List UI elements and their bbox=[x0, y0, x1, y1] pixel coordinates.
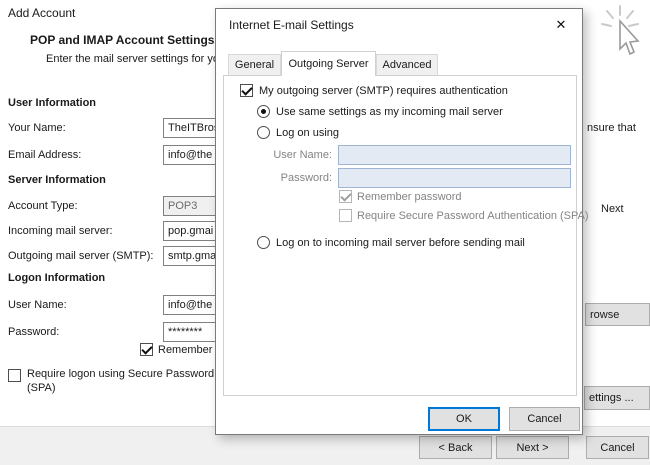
dialog-user-name-label: User Name: bbox=[273, 149, 332, 161]
radio-icon bbox=[257, 236, 270, 249]
window-title: Add Account bbox=[8, 6, 76, 20]
account-type-label: Account Type: bbox=[8, 200, 78, 212]
cancel-button-wizard[interactable]: Cancel bbox=[586, 436, 649, 459]
outgoing-mail-server-label: Outgoing mail server (SMTP): bbox=[8, 250, 154, 262]
internet-email-settings-dialog: Internet E-mail Settings ✕ General Outgo… bbox=[215, 8, 589, 435]
your-name-label: Your Name: bbox=[8, 122, 66, 134]
ensure-text-fragment: nsure that bbox=[587, 122, 636, 134]
page-heading: POP and IMAP Account Settings bbox=[30, 33, 215, 47]
browse-button[interactable]: rowse bbox=[585, 303, 650, 326]
radio-log-on-incoming-label: Log on to incoming mail server before se… bbox=[276, 237, 525, 249]
dialog-password-label: Password: bbox=[280, 172, 332, 184]
smtp-auth-label: My outgoing server (SMTP) requires authe… bbox=[259, 85, 508, 97]
next-button[interactable]: Next > bbox=[496, 436, 569, 459]
radio-icon bbox=[257, 126, 270, 139]
back-button[interactable]: < Back bbox=[419, 436, 492, 459]
tab-advanced[interactable]: Advanced bbox=[376, 54, 438, 75]
ok-button[interactable]: OK bbox=[428, 407, 500, 431]
remember-password-label: Remember password bbox=[357, 191, 462, 203]
radio-selected-icon bbox=[257, 105, 270, 118]
logon-user-name-label: User Name: bbox=[8, 299, 67, 311]
spa-label-line1: Require logon using Secure Password bbox=[27, 368, 215, 380]
logon-password-label: Password: bbox=[8, 326, 60, 338]
dialog-password-input bbox=[338, 168, 571, 188]
checkbox-icon bbox=[339, 209, 352, 222]
spa-label: Require Secure Password Authentication (… bbox=[357, 210, 589, 222]
checkbox-icon bbox=[8, 369, 21, 382]
section-logon-information: Logon Information bbox=[8, 272, 106, 284]
page-subheading: Enter the mail server settings for your bbox=[46, 53, 229, 65]
tab-general[interactable]: General bbox=[228, 54, 281, 75]
dialog-user-name-input bbox=[338, 145, 571, 165]
cursor-icon bbox=[596, 4, 646, 65]
tab-outgoing-server[interactable]: Outgoing Server bbox=[281, 51, 376, 76]
next-text-fragment: Next bbox=[601, 203, 624, 215]
dialog-title: Internet E-mail Settings bbox=[229, 18, 354, 32]
checkmark-icon bbox=[240, 84, 253, 97]
section-server-information: Server Information bbox=[8, 174, 106, 186]
cancel-button-dialog[interactable]: Cancel bbox=[509, 407, 580, 431]
radio-log-on-using-label: Log on using bbox=[276, 127, 339, 139]
email-address-label: Email Address: bbox=[8, 149, 82, 161]
close-icon[interactable]: ✕ bbox=[550, 15, 572, 35]
more-settings-button[interactable]: ettings ... bbox=[584, 386, 650, 410]
incoming-mail-server-label: Incoming mail server: bbox=[8, 225, 113, 237]
checkmark-icon bbox=[140, 343, 153, 356]
radio-same-settings-label: Use same settings as my incoming mail se… bbox=[276, 106, 503, 118]
tab-panel bbox=[223, 75, 577, 396]
section-user-information: User Information bbox=[8, 97, 97, 109]
spa-label-line2: (SPA) bbox=[27, 382, 56, 394]
checkmark-icon bbox=[339, 190, 352, 203]
screen: { "colors": { "accent": "#0078d7", "wind… bbox=[0, 0, 650, 465]
